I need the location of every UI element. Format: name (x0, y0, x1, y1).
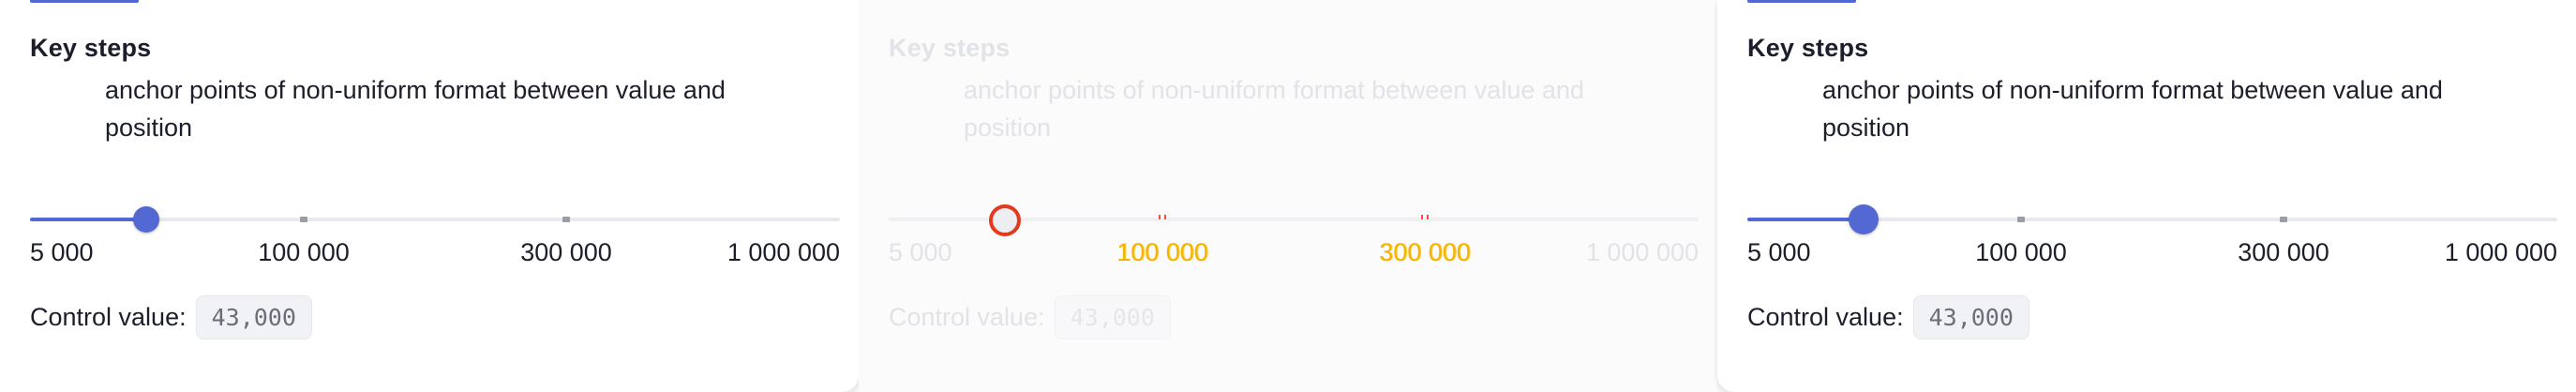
slider-mark-label: 300 000 (520, 238, 612, 266)
slider-track[interactable] (1747, 204, 2557, 234)
slider-demo-panel-1: Key steps anchor points of non-uniform f… (0, 0, 859, 392)
slider-mark-tick (1158, 215, 1167, 219)
slider-mark-tick (2017, 217, 2025, 222)
slider-track[interactable] (889, 204, 1699, 236)
slider-demo-panel-3: Key steps anchor points of non-uniform f… (1717, 0, 2576, 392)
panel-description: anchor points of non-uniform format betw… (105, 76, 726, 142)
panel-title: Key steps (1747, 34, 1869, 62)
slider-mark-label: 5 000 (30, 238, 94, 266)
control-value-label: Control value: (889, 302, 1045, 331)
control-value: 43,000 (195, 294, 312, 339)
slider-mark-tick (300, 217, 307, 222)
panel-title: Key steps (30, 34, 152, 62)
slider-mark-labels: 5 000 100 000 300 000 1 000 000 (889, 238, 1699, 270)
slider-mark-label: 5 000 (889, 238, 952, 266)
slider-mark-tick (2280, 217, 2287, 222)
slider-track[interactable] (30, 206, 840, 233)
slider-mark-label: 1 000 000 (2444, 238, 2557, 266)
control-value-row: Control value: 43,000 (889, 291, 1171, 343)
slider-mark-labels: 5 000 100 000 300 000 1 000 000 (30, 238, 840, 270)
control-value: 43,000 (1054, 294, 1171, 339)
slider-mark-label: 300 000 (1379, 238, 1471, 266)
active-tab-indicator (30, 0, 139, 3)
slider-fill (1747, 218, 1864, 221)
control-value-row: Control value: 43,000 (30, 291, 312, 343)
slider-mark-label: 300 000 (2238, 238, 2329, 266)
slider-thumb[interactable] (1849, 204, 1879, 234)
control-value: 43,000 (1912, 294, 2029, 339)
active-tab-indicator (1747, 0, 1856, 3)
slider-demo-panel-2: Key steps anchor points of non-uniform f… (859, 0, 1717, 392)
slider-fill (30, 218, 146, 221)
panel-title: Key steps (889, 34, 1011, 62)
slider-mark-label: 100 000 (1975, 238, 2067, 266)
control-value-label: Control value: (30, 302, 187, 331)
slider-mark-tick (1420, 215, 1430, 219)
control-value-label: Control value: (1747, 302, 1904, 331)
panel-description: anchor points of non-uniform format betw… (964, 76, 1584, 142)
slider-thumb[interactable] (989, 204, 1021, 236)
slider-mark-labels: 5 000 100 000 300 000 1 000 000 (1747, 238, 2557, 270)
slider-mark-label: 1 000 000 (726, 238, 840, 266)
slider-mark-label: 1 000 000 (1585, 238, 1699, 266)
slider-mark-label: 5 000 (1747, 238, 1811, 266)
slider-mark-tick (562, 217, 570, 222)
panel-description: anchor points of non-uniform format betw… (1822, 76, 2443, 142)
slider-thumb[interactable] (133, 206, 159, 233)
slider-mark-label: 100 000 (258, 238, 350, 266)
control-value-row: Control value: 43,000 (1747, 291, 2029, 343)
slider-mark-label: 100 000 (1116, 238, 1208, 266)
